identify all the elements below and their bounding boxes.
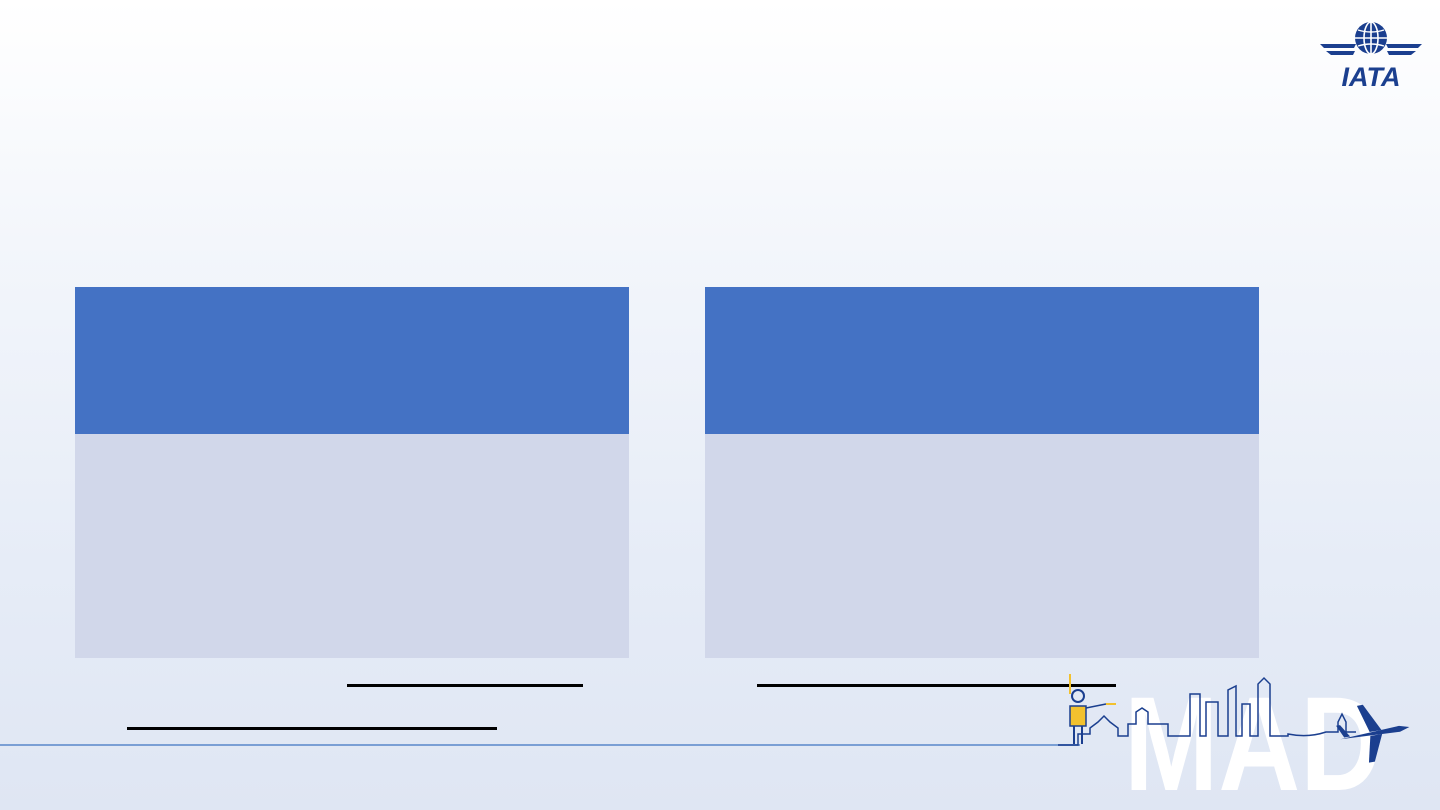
content-card-left [75, 287, 629, 730]
city-code: MAD [1124, 670, 1382, 804]
card-body-left [75, 434, 629, 730]
card-body-right [705, 434, 1259, 687]
ground-crew-icon [1069, 674, 1116, 744]
card-header-right [705, 287, 1259, 434]
hyperlink-underline[interactable] [347, 684, 583, 687]
footer-divider [0, 744, 1080, 746]
globe-wings-icon [1320, 21, 1422, 55]
iata-logo: IATA [1320, 21, 1422, 90]
logo-text: IATA [1342, 62, 1401, 90]
madrid-branding: MAD [1058, 670, 1410, 804]
hyperlink-underline[interactable] [127, 727, 497, 730]
content-card-right [705, 287, 1259, 687]
card-header-left [75, 287, 629, 434]
